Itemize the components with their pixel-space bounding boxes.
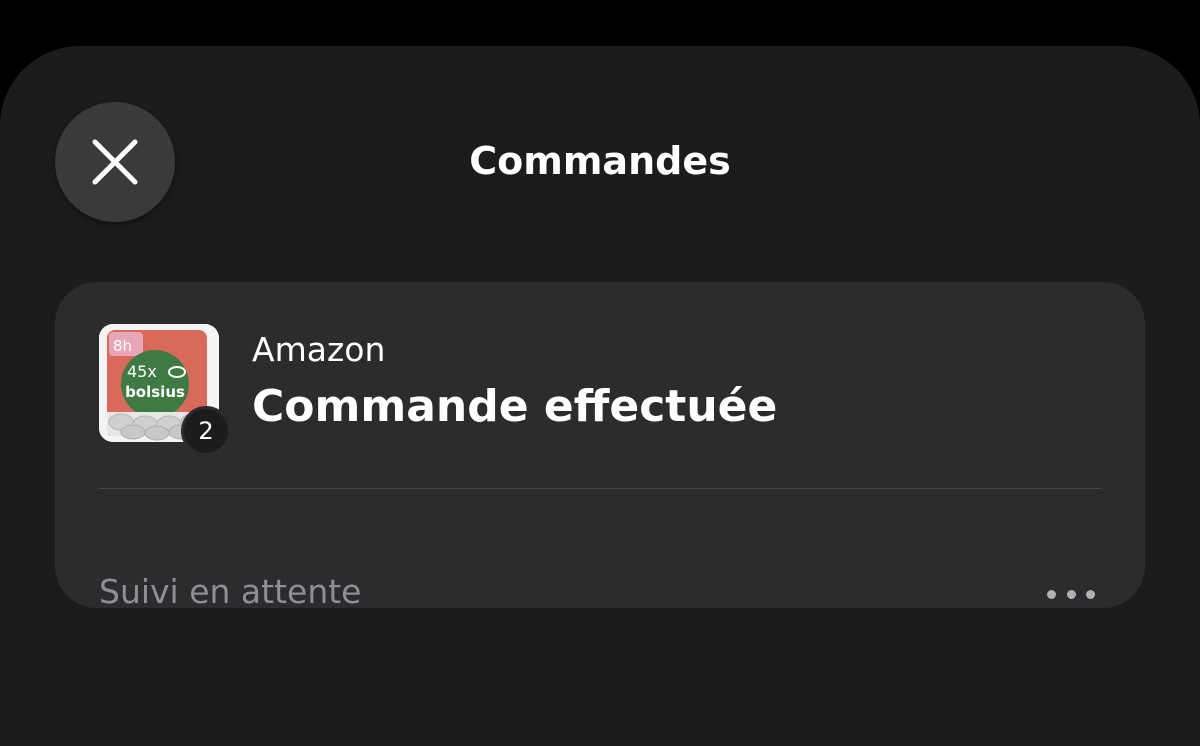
orders-sheet: Commandes 8h 45x bolsius 2 Amazon Comman… — [0, 46, 1200, 746]
merchant-name: Amazon — [252, 330, 386, 369]
thumbnail-pack-count: 45x — [127, 362, 157, 381]
order-card[interactable]: 8h 45x bolsius 2 Amazon Commande effectu… — [55, 282, 1145, 611]
thumbnail-brand: bolsius — [125, 383, 185, 401]
thumbnail-tag-text: 8h — [113, 337, 132, 355]
order-status: Commande effectuée — [252, 381, 778, 432]
card-divider — [99, 488, 1101, 489]
ellipsis-icon — [1047, 589, 1056, 599]
ellipsis-icon — [1086, 589, 1095, 599]
page-title: Commandes — [469, 139, 731, 183]
tracking-status: Suivi en attente — [99, 572, 362, 611]
item-count-badge: 2 — [181, 406, 231, 456]
more-options-button[interactable] — [1047, 588, 1095, 600]
ellipsis-icon — [1066, 589, 1076, 599]
